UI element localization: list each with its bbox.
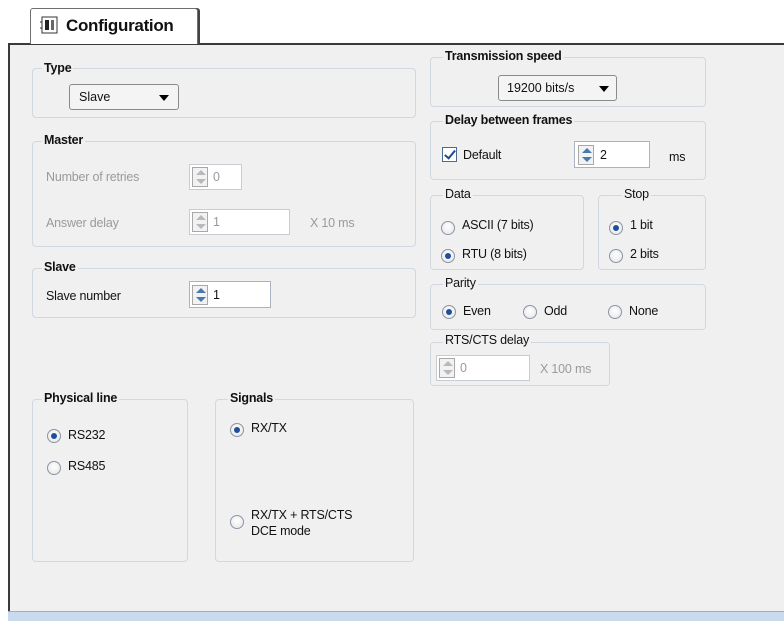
type-title: Type [42, 61, 74, 75]
transmission-speed-title: Transmission speed [443, 49, 564, 63]
answer-delay-label: Answer delay [46, 216, 119, 230]
none-radio[interactable] [608, 305, 622, 319]
one-bit-label: 1 bit [630, 218, 653, 232]
even-radio[interactable] [442, 305, 456, 319]
data-title: Data [443, 187, 473, 201]
delay-frames-field[interactable]: 2 [574, 141, 650, 168]
retries-value: 0 [213, 170, 220, 184]
configuration-icon [40, 15, 60, 35]
slave-number-spinner[interactable] [192, 285, 208, 305]
stop-title: Stop [622, 187, 651, 201]
tab-configuration-label: Configuration [66, 16, 174, 35]
ascii-radio[interactable] [441, 221, 455, 235]
answer-delay-spinner[interactable] [192, 212, 208, 232]
two-bits-label: 2 bits [630, 247, 659, 261]
rx-tx-radio[interactable] [230, 423, 244, 437]
slave-number-field[interactable]: 1 [189, 281, 271, 308]
rtu-label: RTU (8 bits) [462, 247, 527, 261]
two-bits-radio[interactable] [609, 249, 623, 263]
rs485-radio[interactable] [47, 461, 61, 475]
odd-label: Odd [544, 304, 568, 318]
status-strip [8, 611, 784, 621]
chevron-down-icon [159, 95, 169, 101]
slave-number-value: 1 [213, 288, 220, 302]
number-of-retries-field[interactable]: 0 [189, 164, 242, 190]
rs232-radio[interactable] [47, 429, 61, 443]
default-label: Default [463, 148, 502, 162]
delay-frames-title: Delay between frames [443, 113, 575, 127]
answer-delay-field[interactable]: 1 [189, 209, 290, 235]
rs485-label: RS485 [68, 459, 106, 473]
transmission-speed-select[interactable]: 19200 bits/s [498, 75, 617, 101]
delay-frames-spinner[interactable] [578, 145, 594, 165]
signals-group [215, 399, 414, 562]
ascii-label: ASCII (7 bits) [462, 218, 534, 232]
type-select[interactable]: Slave [69, 84, 179, 110]
one-bit-radio[interactable] [609, 221, 623, 235]
signals-title: Signals [228, 391, 276, 405]
rs232-label: RS232 [68, 428, 106, 442]
even-label: Even [463, 304, 491, 318]
odd-radio[interactable] [523, 305, 537, 319]
physical-line-group [32, 399, 188, 562]
rtu-radio[interactable] [441, 249, 455, 263]
type-select-value: Slave [79, 90, 111, 104]
delay-frames-value: 2 [600, 148, 607, 162]
rts-cts-field[interactable]: 0 [436, 355, 530, 381]
rx-tx-rts-cts-radio[interactable] [230, 515, 244, 529]
slave-number-label: Slave number [46, 289, 121, 303]
delay-frames-unit: ms [669, 150, 686, 164]
rx-tx-label: RX/TX [251, 421, 287, 435]
rts-cts-title: RTS/CTS delay [443, 333, 532, 347]
default-checkbox[interactable] [442, 147, 457, 162]
master-title: Master [42, 133, 86, 147]
dce-mode-label: DCE mode [251, 524, 311, 538]
parity-title: Parity [443, 276, 478, 290]
none-label: None [629, 304, 659, 318]
transmission-speed-value: 19200 bits/s [507, 81, 575, 95]
chevron-down-icon [599, 86, 609, 92]
number-of-retries-label: Number of retries [46, 170, 140, 184]
rts-cts-spinner[interactable] [439, 358, 455, 378]
rts-cts-value: 0 [460, 361, 467, 375]
slave-title: Slave [42, 260, 78, 274]
retries-spinner[interactable] [192, 167, 208, 187]
answer-delay-value: 1 [213, 215, 220, 229]
rx-tx-rts-cts-label: RX/TX + RTS/CTS [251, 508, 353, 522]
rts-cts-unit: X 100 ms [540, 362, 592, 376]
physical-line-title: Physical line [42, 391, 120, 405]
answer-delay-unit: X 10 ms [310, 216, 355, 230]
